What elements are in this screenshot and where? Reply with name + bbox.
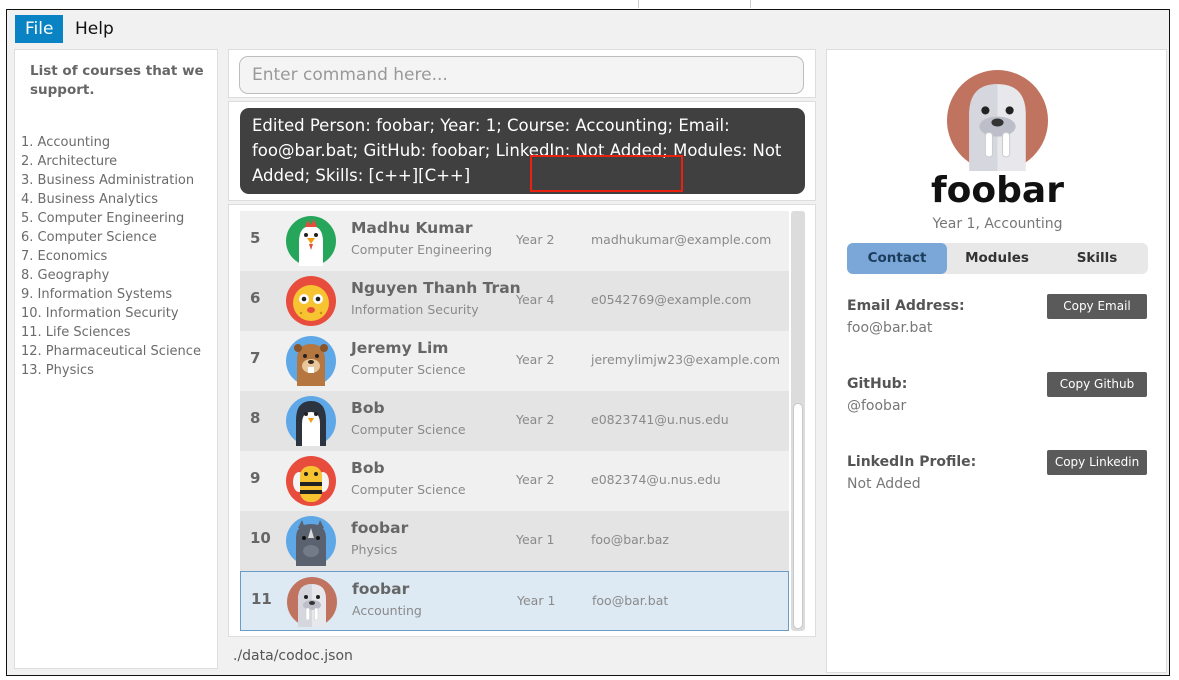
course-item: 7. Economics [21,249,108,264]
copy-github-button[interactable]: Copy Github [1047,372,1147,397]
tab-contact[interactable]: Contact [847,243,947,274]
person-email: jeremylimjw23@example.com [591,352,780,367]
person-year: Year 1 [516,532,555,547]
person-row[interactable]: 8 Bob Computer Science Year 2 e0823741@u… [240,391,789,451]
result-panel: Edited Person: foobar; Year: 1; Course: … [228,101,816,201]
person-email: e082374@u.nus.edu [591,472,721,487]
bee-icon [286,456,336,506]
course-list-title: List of courses that we support. [30,63,204,98]
person-course: Accounting [352,603,422,618]
course-item: 11. Life Sciences [21,325,131,340]
course-item: 2. Architecture [21,154,118,169]
course-item: 4. Business Analytics [21,192,159,207]
person-course: Computer Science [351,482,466,497]
course-item: 5. Computer Engineering [21,211,185,226]
github-label: GitHub: [847,376,908,392]
person-row[interactable]: 11 foobar Accounting Year 1 foo@bar.bat [240,571,789,631]
person-index: 10 [250,529,271,547]
person-row[interactable]: 5 Madhu Kumar Computer Engineering Year … [240,211,789,271]
linkedin-label: LinkedIn Profile: [847,454,977,470]
person-row[interactable]: 6 Nguyen Thanh Tran Information Security… [240,271,789,331]
person-email: foo@bar.baz [591,532,669,547]
person-year: Year 1 [517,593,556,608]
walrus-icon [287,577,337,627]
person-list-panel: 5 Madhu Kumar Computer Engineering Year … [228,204,816,637]
top-strip [0,0,1179,8]
copy-linkedin-button[interactable]: Copy Linkedin [1047,450,1147,475]
person-course: Computer Science [351,422,466,437]
person-email: e0823741@u.nus.edu [591,412,729,427]
course-list: 1. Accounting 2. Architecture 3. Busines… [21,133,201,380]
person-name: Bob [351,399,385,417]
command-panel: Enter command here... [228,49,816,98]
course-item: 1. Accounting [21,135,111,150]
profile-name: foobar [931,170,1064,211]
person-row[interactable]: 7 Jeremy Lim Computer Science Year 2 jer… [240,331,789,391]
scrollbar-thumb[interactable] [793,403,803,629]
course-item: 13. Physics [21,363,94,378]
person-name: foobar [352,580,410,598]
menu-file[interactable]: File [15,15,64,43]
github-value: @foobar [847,398,907,414]
person-year: Year 4 [516,292,555,307]
course-item: 10. Information Security [21,306,179,321]
penguin-icon [286,396,336,446]
course-item: 8. Geography [21,268,110,283]
list-scrollbar[interactable] [791,211,805,631]
person-name: foobar [351,519,409,537]
person-index: 11 [251,590,272,608]
chicken-icon [286,216,336,266]
profile-tabs: Contact Modules Skills [847,243,1148,274]
person-email: foo@bar.bat [592,593,669,608]
result-display: Edited Person: foobar; Year: 1; Course: … [240,108,805,194]
divider [638,0,639,8]
person-course: Computer Engineering [351,242,493,257]
person-course: Computer Science [351,362,466,377]
pufferfish-icon [286,276,336,326]
rhino-icon [286,516,336,566]
course-item: 9. Information Systems [21,287,173,302]
person-index: 9 [250,469,261,487]
course-item: 3. Business Administration [21,173,195,188]
person-name: Bob [351,459,385,477]
person-name: Nguyen Thanh Tran [351,279,521,297]
course-item: 12. Pharmaceutical Science [21,344,201,359]
person-email: e0542769@example.com [591,292,752,307]
person-year: Year 2 [516,472,555,487]
tab-skills[interactable]: Skills [1047,243,1147,274]
person-index: 5 [250,229,261,247]
course-item: 6. Computer Science [21,230,157,245]
profile-panel: foobar Year 1, Accounting Contact Module… [826,49,1167,673]
course-list-panel: List of courses that we support. 1. Acco… [14,49,218,669]
menu-bar: File Help [7,10,1169,45]
copy-email-button[interactable]: Copy Email [1047,294,1147,319]
email-value: foo@bar.bat [847,320,933,336]
menu-help[interactable]: Help [65,15,124,43]
linkedin-value: Not Added [847,476,921,492]
person-course: Physics [351,542,398,557]
app-window: File Help List of courses that we suppor… [6,9,1170,676]
person-list: 5 Madhu Kumar Computer Engineering Year … [240,211,789,631]
person-index: 6 [250,289,261,307]
profile-subtitle: Year 1, Accounting [932,216,1063,232]
command-input[interactable]: Enter command here... [239,56,804,94]
email-label: Email Address: [847,298,965,314]
person-name: Madhu Kumar [351,219,473,237]
person-index: 7 [250,349,261,367]
skills-highlight [530,155,683,192]
walrus-icon [947,70,1048,171]
person-course: Information Security [351,302,479,317]
person-year: Year 2 [516,232,555,247]
divider [750,0,751,8]
person-index: 8 [250,409,261,427]
tab-modules[interactable]: Modules [947,243,1047,274]
person-row[interactable]: 10 foobar Physics Year 1 foo@bar.baz [240,511,789,571]
person-name: Jeremy Lim [351,339,449,357]
person-email: madhukumar@example.com [591,232,772,247]
person-year: Year 2 [516,352,555,367]
status-bar-path: ./data/codoc.json [233,648,353,664]
beaver-icon [286,336,336,386]
person-year: Year 2 [516,412,555,427]
person-row[interactable]: 9 Bob Computer Science Year 2 e082374@u.… [240,451,789,511]
